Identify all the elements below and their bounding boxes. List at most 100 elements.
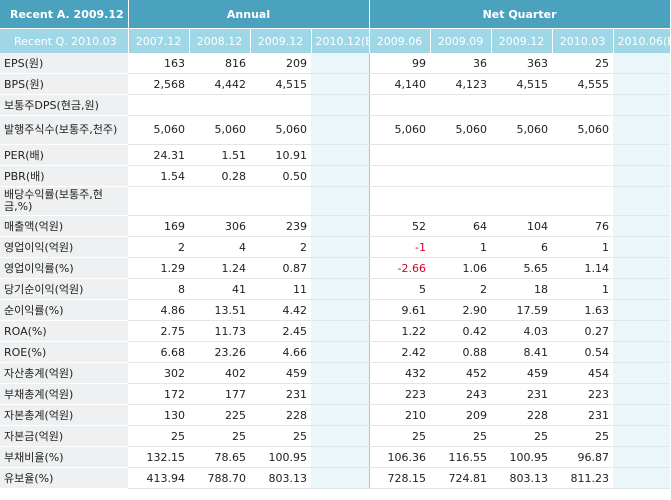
table-cell xyxy=(128,186,189,216)
table-cell xyxy=(368,186,431,216)
table-cell xyxy=(311,425,370,447)
table-cell xyxy=(311,383,370,405)
table-cell xyxy=(368,144,431,166)
table-cell: 413.94 xyxy=(128,467,189,489)
column-header: 2010.12(E) xyxy=(311,28,370,53)
table-cell xyxy=(491,165,553,187)
table-cell: 5,060 xyxy=(250,115,311,145)
row-label: 발행주식수(보통주,천주) xyxy=(0,115,128,145)
table-cell: 163 xyxy=(128,53,189,74)
table-cell: 130 xyxy=(128,404,189,426)
table-cell xyxy=(311,467,370,489)
table-cell xyxy=(491,94,553,116)
table-cell: 306 xyxy=(189,215,250,237)
table-cell xyxy=(613,320,671,342)
column-header: 2009.06 xyxy=(369,28,431,53)
table-cell: 64 xyxy=(430,215,492,237)
table-cell: 41 xyxy=(189,278,250,300)
table-row: EPS(원) 163 816 209 99 36 363 25 xyxy=(0,53,671,74)
table-cell xyxy=(613,383,671,405)
table-cell: 1.24 xyxy=(189,257,250,279)
table-cell xyxy=(368,94,431,116)
row-label: 영업이익률(%) xyxy=(0,257,128,279)
table-cell: 17.59 xyxy=(491,299,553,321)
table-cell xyxy=(552,165,614,187)
table-cell: 459 xyxy=(250,362,311,384)
table-cell: 4,555 xyxy=(552,73,614,95)
table-cell: 25 xyxy=(368,425,431,447)
table-cell: 4,515 xyxy=(250,73,311,95)
table-cell: 1 xyxy=(552,236,614,258)
table-cell: 811.23 xyxy=(552,467,614,489)
table-cell xyxy=(613,425,671,447)
table-row: 순이익률(%) 4.86 13.51 4.42 9.61 2.90 17.59 1.63 xyxy=(0,299,671,321)
table-cell xyxy=(250,94,311,116)
table-cell: 25 xyxy=(430,425,492,447)
table-cell xyxy=(613,73,671,95)
table-cell: 231 xyxy=(552,404,614,426)
table-cell xyxy=(613,341,671,363)
table-cell: 18 xyxy=(491,278,553,300)
table-cell: 1.14 xyxy=(552,257,614,279)
table-cell: 13.51 xyxy=(189,299,250,321)
table-cell: 5,060 xyxy=(430,115,492,145)
table-cell xyxy=(311,215,370,237)
table-cell: 5,060 xyxy=(128,115,189,145)
table-cell xyxy=(311,73,370,95)
column-header: 2009.12 xyxy=(250,28,312,53)
table-cell xyxy=(311,257,370,279)
table-cell: 100.95 xyxy=(250,446,311,468)
table-cell: 25 xyxy=(128,425,189,447)
table-cell: 25 xyxy=(552,53,614,74)
recent-quarter-label: Recent Q. 2010.03 xyxy=(0,28,129,53)
table-cell xyxy=(613,236,671,258)
table-cell xyxy=(613,404,671,426)
table-cell: 2,568 xyxy=(128,73,189,95)
table-cell: 11.73 xyxy=(189,320,250,342)
table-cell: 2 xyxy=(250,236,311,258)
table-cell xyxy=(311,341,370,363)
table-row: 자산총계(억원) 302 402 459 432 452 459 454 xyxy=(0,362,671,384)
table-cell xyxy=(613,186,671,216)
table-row: ROE(%) 6.68 23.26 4.66 2.42 0.88 8.41 0.54 xyxy=(0,341,671,363)
table-cell: 4.66 xyxy=(250,341,311,363)
table-cell: 209 xyxy=(250,53,311,74)
row-label: 자본금(억원) xyxy=(0,425,128,447)
table-cell xyxy=(430,186,492,216)
table-cell: 1 xyxy=(552,278,614,300)
table-row: 유보율(%) 413.94 788.70 803.13 728.15 724.81 803.… xyxy=(0,467,671,489)
column-header: 2009.12 xyxy=(491,28,553,53)
table-cell xyxy=(613,362,671,384)
table-cell: 6 xyxy=(491,236,553,258)
table-cell xyxy=(491,186,553,216)
table-cell xyxy=(613,446,671,468)
table-cell: 454 xyxy=(552,362,614,384)
table-cell xyxy=(311,94,370,116)
table-cell: 728.15 xyxy=(368,467,431,489)
table-cell xyxy=(311,278,370,300)
table-row: 부채비율(%) 132.15 78.65 100.95 106.36 116.55 100.… xyxy=(0,446,671,468)
row-label: PBR(배) xyxy=(0,165,128,187)
table-row: 배당수익률(보통주,현금,%) xyxy=(0,186,671,216)
table-cell: 231 xyxy=(250,383,311,405)
table-row: PBR(배) 1.54 0.28 0.50 xyxy=(0,165,671,187)
table-cell: 4.03 xyxy=(491,320,553,342)
table-cell: 2.45 xyxy=(250,320,311,342)
table-cell: 169 xyxy=(128,215,189,237)
table-cell: 132.15 xyxy=(128,446,189,468)
financial-summary-table: Recent A. 2009.12 Annual Net Quarter Rec… xyxy=(0,0,671,489)
table-cell: 243 xyxy=(430,383,492,405)
table-cell: 2 xyxy=(430,278,492,300)
row-label: PER(배) xyxy=(0,144,128,166)
column-header: 2010.03 xyxy=(552,28,614,53)
table-cell xyxy=(368,165,431,187)
table-cell: 210 xyxy=(368,404,431,426)
table-cell: 816 xyxy=(189,53,250,74)
table-row: 영업이익률(%) 1.29 1.24 0.87 -2.66 1.06 5.65 1.14 xyxy=(0,257,671,279)
table-row: BPS(원) 2,568 4,442 4,515 4,140 4,123 4,515 4,55… xyxy=(0,73,671,95)
table-cell: 4.42 xyxy=(250,299,311,321)
table-cell: 452 xyxy=(430,362,492,384)
row-label: 보통주DPS(현금,원) xyxy=(0,94,128,116)
table-cell: 4,123 xyxy=(430,73,492,95)
table-cell xyxy=(552,144,614,166)
